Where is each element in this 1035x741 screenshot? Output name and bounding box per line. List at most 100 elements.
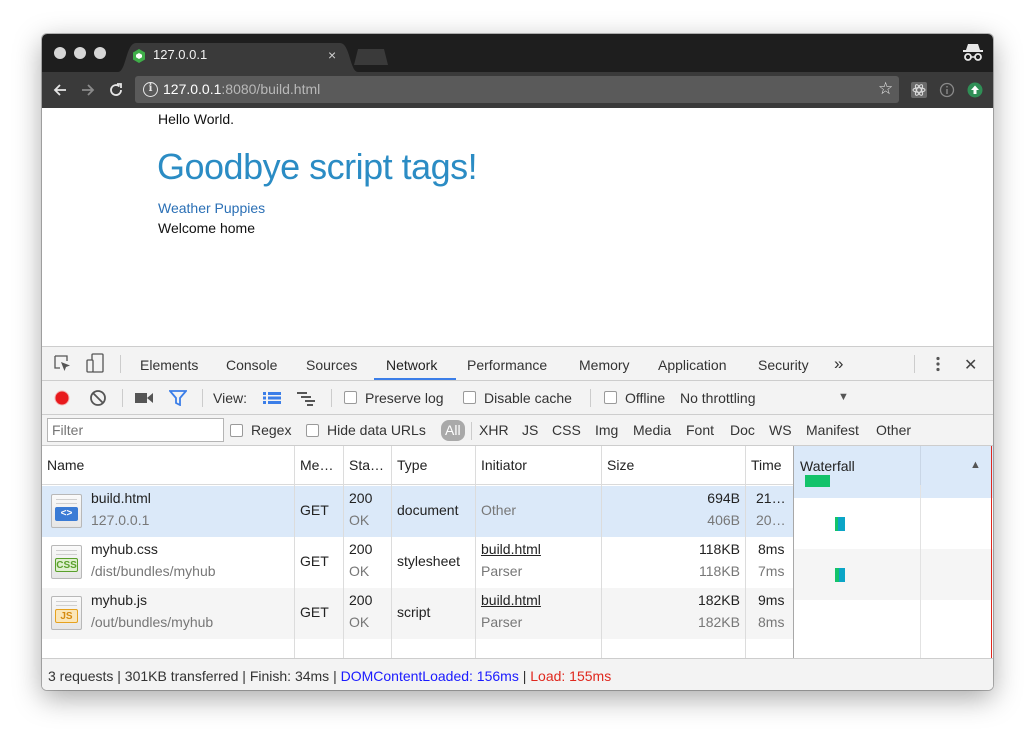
tab-network[interactable]: Network	[386, 357, 437, 373]
filter-type-media[interactable]: Media	[633, 422, 671, 438]
filter-type-js[interactable]: JS	[522, 422, 538, 438]
table-row[interactable]: JS myhub.js /out/bundles/myhub GET 200 O…	[42, 588, 793, 639]
column-time[interactable]: Time	[751, 457, 782, 473]
reload-icon[interactable]	[108, 82, 124, 98]
view-label: View:	[213, 390, 247, 406]
request-name: myhub.js	[91, 592, 148, 608]
request-latency: 7ms	[758, 563, 785, 579]
device-toolbar-icon[interactable]	[86, 353, 106, 373]
network-toolbar: View: Preserve log Disable cache Offline…	[42, 381, 993, 415]
filter-input[interactable]	[47, 418, 224, 442]
request-status-text: OK	[349, 563, 370, 579]
new-tab-button[interactable]	[354, 49, 388, 65]
filter-funnel-icon[interactable]	[169, 390, 187, 406]
tab-application[interactable]: Application	[658, 357, 727, 373]
more-tabs-icon[interactable]: »	[834, 354, 843, 374]
column-size[interactable]: Size	[607, 457, 634, 473]
request-resource-size: 182KB	[697, 614, 740, 630]
waterfall-divider	[920, 485, 921, 658]
tab-title: 127.0.0.1	[153, 47, 208, 62]
tab-security[interactable]: Security	[758, 357, 809, 373]
request-size: 694B	[707, 490, 740, 506]
table-row[interactable]: <> build.html 127.0.0.1 GET 200 OK docum…	[42, 486, 793, 537]
bookmark-star-icon[interactable]: ☆	[878, 79, 893, 99]
table-row[interactable]: CSS myhub.css /dist/bundles/myhub GET 20…	[42, 537, 793, 588]
maximize-window-button[interactable]	[94, 47, 106, 59]
screenshot-camera-icon[interactable]	[135, 392, 153, 404]
separator	[914, 355, 915, 373]
regex-checkbox[interactable]	[230, 424, 243, 437]
browser-window: 127.0.0.1 × i 127.0.0.1:8080/build.html …	[42, 34, 993, 690]
separator	[120, 355, 121, 373]
column-method[interactable]: Me…	[300, 457, 333, 473]
tab-elements[interactable]: Elements	[140, 357, 198, 373]
column-divider	[391, 446, 392, 658]
close-devtools-icon[interactable]: ✕	[964, 355, 977, 375]
request-path: /out/bundles/myhub	[91, 614, 214, 630]
column-name[interactable]: Name	[47, 457, 84, 473]
offline-checkbox[interactable]	[604, 391, 617, 404]
close-window-button[interactable]	[54, 47, 66, 59]
regex-label: Regex	[251, 422, 292, 438]
column-divider	[601, 446, 602, 658]
filter-type-css[interactable]: CSS	[552, 422, 581, 438]
hide-data-urls-checkbox[interactable]	[306, 424, 319, 437]
forward-icon[interactable]	[80, 82, 96, 98]
filter-type-ws[interactable]: WS	[769, 422, 792, 438]
filter-type-all[interactable]: All	[441, 420, 465, 441]
preserve-log-checkbox[interactable]	[344, 391, 357, 404]
large-rows-icon[interactable]	[263, 391, 281, 405]
request-path: /dist/bundles/myhub	[91, 563, 216, 579]
filter-type-other[interactable]: Other	[876, 422, 911, 438]
react-devtools-icon[interactable]	[911, 82, 927, 98]
incognito-icon	[963, 44, 983, 61]
filter-type-img[interactable]: Img	[595, 422, 618, 438]
column-status[interactable]: Sta…	[349, 457, 384, 473]
request-resource-size: 406B	[707, 512, 740, 528]
site-info-icon[interactable]: i	[143, 82, 158, 97]
overview-waterfall-icon[interactable]	[297, 391, 317, 407]
filter-type-xhr[interactable]: XHR	[479, 422, 509, 438]
waterfall-timeline	[794, 446, 993, 658]
request-status: 200	[349, 490, 373, 506]
welcome-text: Welcome home	[158, 220, 256, 236]
favicon-icon	[133, 49, 145, 63]
waterfall-label: Waterfall	[800, 458, 855, 474]
throttling-dropdown-icon[interactable]: ▼	[838, 391, 849, 403]
back-icon[interactable]	[52, 82, 68, 98]
disable-cache-checkbox[interactable]	[463, 391, 476, 404]
tab-memory[interactable]: Memory	[579, 357, 630, 373]
url-text[interactable]: 127.0.0.1:8080/build.html	[163, 81, 320, 97]
column-initiator[interactable]: Initiator	[481, 457, 527, 473]
request-name: myhub.css	[91, 541, 158, 557]
kebab-menu-icon[interactable]	[935, 356, 941, 372]
minimize-window-button[interactable]	[74, 47, 86, 59]
page-viewport: Hello World. Goodbye script tags! Weathe…	[42, 108, 993, 346]
waterfall-bar-css-download	[838, 517, 845, 531]
record-icon[interactable]	[53, 389, 71, 407]
tab-strip: 127.0.0.1 ×	[42, 34, 993, 72]
tab-performance[interactable]: Performance	[467, 357, 547, 373]
column-type[interactable]: Type	[397, 457, 427, 473]
filter-type-doc[interactable]: Doc	[730, 422, 755, 438]
filter-type-manifest[interactable]: Manifest	[806, 422, 859, 438]
update-extension-icon[interactable]	[967, 82, 983, 98]
filter-type-font[interactable]: Font	[686, 422, 714, 438]
request-resource-size: 118KB	[699, 563, 740, 579]
request-type: script	[397, 604, 431, 620]
address-bar[interactable]: i 127.0.0.1:8080/build.html ☆	[135, 76, 899, 103]
info-extension-icon[interactable]	[939, 82, 955, 98]
tab-console[interactable]: Console	[226, 357, 277, 373]
devtools-panel: Elements Console Sources Network Perform…	[42, 346, 993, 690]
clear-icon[interactable]	[89, 389, 107, 407]
throttling-select[interactable]: No throttling	[680, 390, 755, 406]
initiator-link[interactable]: build.html	[481, 541, 541, 557]
separator	[471, 422, 472, 440]
js-file-icon: JS	[51, 596, 82, 630]
sort-ascending-icon[interactable]: ▲	[970, 459, 981, 471]
weather-puppies-link[interactable]: Weather Puppies	[158, 200, 265, 216]
tab-sources[interactable]: Sources	[306, 357, 357, 373]
tab-close-icon[interactable]: ×	[328, 47, 336, 63]
initiator-link[interactable]: build.html	[481, 592, 541, 608]
inspect-element-icon[interactable]	[54, 355, 72, 373]
